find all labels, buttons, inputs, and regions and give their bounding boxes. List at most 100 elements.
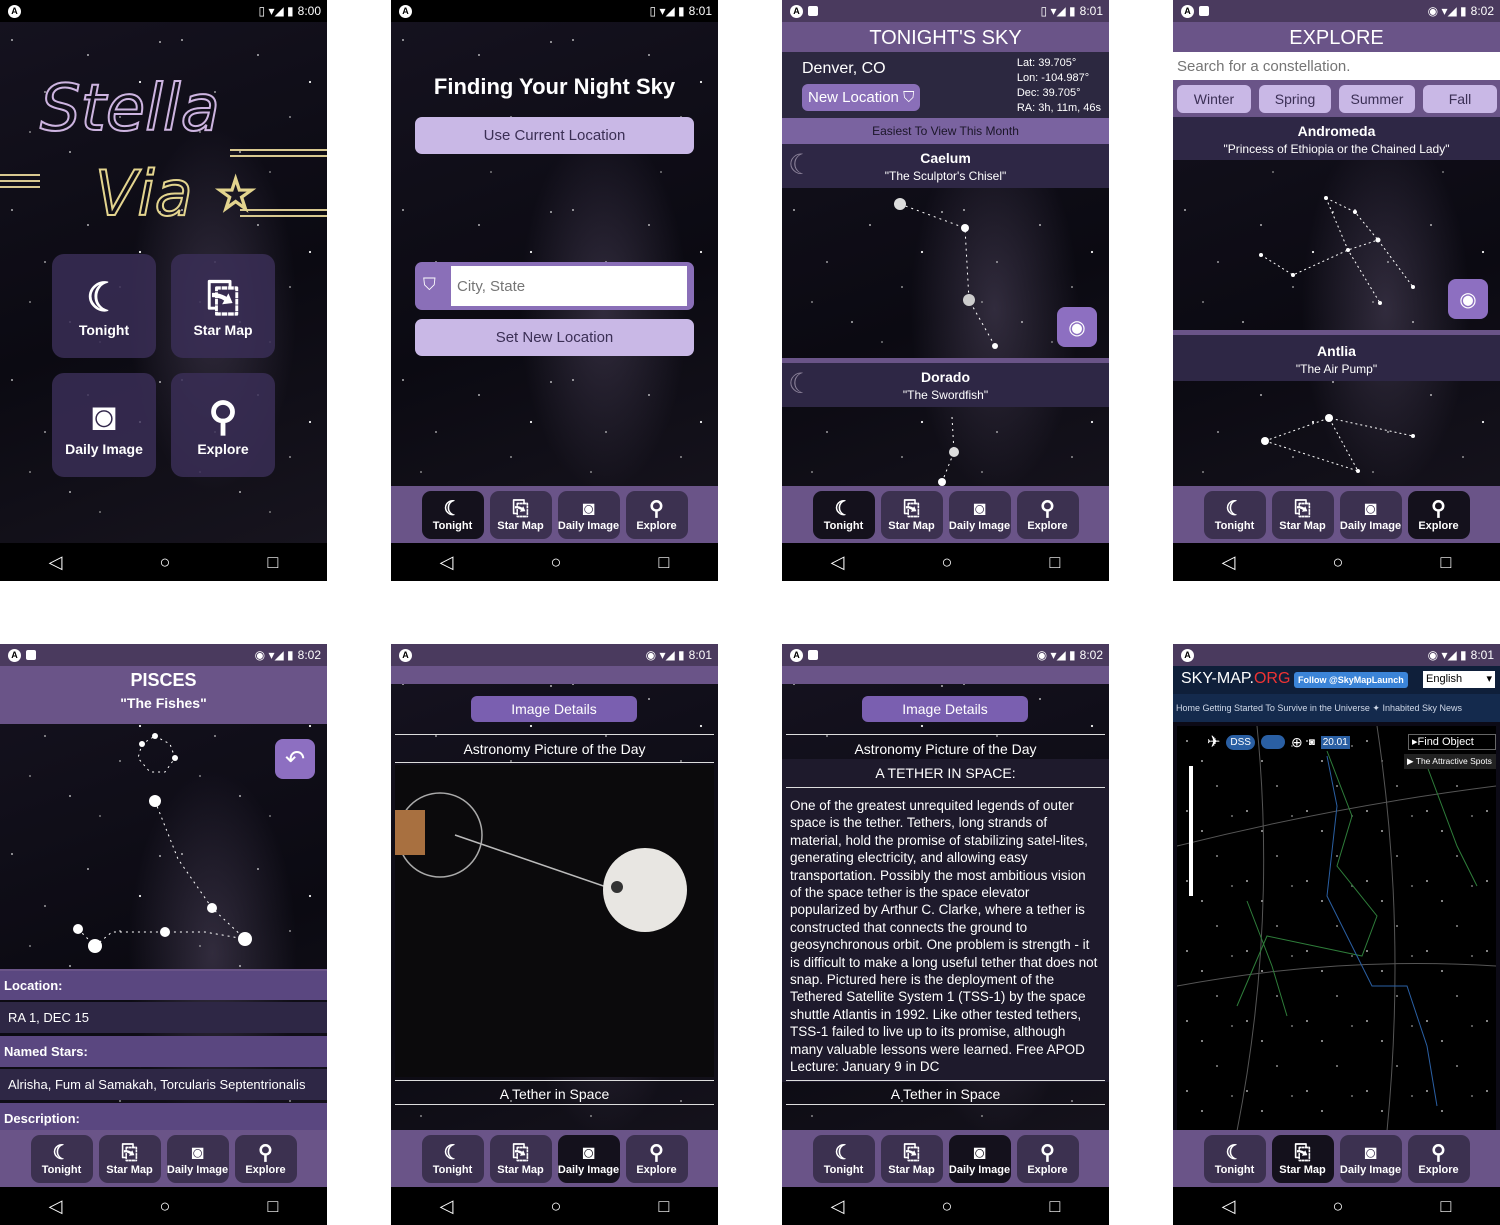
tab-daily-image[interactable]: ◙ Daily Image <box>948 1134 1011 1183</box>
tab-star-map[interactable]: ⎘ Star Map <box>880 1134 943 1183</box>
tab-star-map[interactable]: ⎘ Star Map <box>880 490 943 539</box>
tab-tonight[interactable]: ☾ Tonight <box>421 1134 484 1183</box>
home-icon[interactable]: ○ <box>160 552 171 573</box>
home-icon[interactable]: ○ <box>551 1196 562 1217</box>
eye-icon[interactable]: ◉ <box>1448 279 1488 319</box>
tab-daily-image[interactable]: ◙ Daily Image <box>948 490 1011 539</box>
constellation-card-header[interactable]: ☾ Dorado "The Swordfish" <box>782 363 1109 407</box>
tab-daily-image[interactable]: ◙ Daily Image <box>1339 490 1402 539</box>
daily-image-button[interactable]: ◙ Daily Image <box>52 373 156 477</box>
divider <box>786 787 1105 788</box>
zoom-slider[interactable] <box>1189 766 1193 896</box>
home-icon[interactable]: ○ <box>551 552 562 573</box>
tether-illustration <box>395 792 687 932</box>
android-nav: ◁ ○ □ <box>391 1187 718 1225</box>
globe-icon[interactable]: ⊕ <box>1291 734 1303 751</box>
tab-tonight[interactable]: ☾ Tonight <box>421 490 484 539</box>
back-icon[interactable]: ◁ <box>1222 1196 1236 1217</box>
magnifier-icon: ⚲ <box>258 1141 273 1164</box>
season-winter[interactable]: Winter <box>1177 85 1251 113</box>
recents-icon[interactable]: □ <box>1441 1196 1452 1217</box>
follow-button[interactable]: Follow @SkyMapLaunch <box>1294 672 1408 688</box>
season-fall[interactable]: Fall <box>1423 85 1497 113</box>
back-icon[interactable]: ◁ <box>1222 552 1236 573</box>
back-icon[interactable]: ◁ <box>49 1196 63 1217</box>
recents-icon[interactable]: □ <box>659 552 670 573</box>
tab-star-map[interactable]: ⎘ Star Map <box>1271 490 1334 539</box>
tab-tonight[interactable]: ☾ Tonight <box>1203 490 1266 539</box>
image-details-button[interactable]: Image Details <box>862 696 1028 722</box>
recents-icon[interactable]: □ <box>659 1196 670 1217</box>
site-menu[interactable]: Home Getting Started To Survive in the U… <box>1173 694 1500 722</box>
tab-tonight[interactable]: ☾ Tonight <box>30 1134 93 1183</box>
tab-explore[interactable]: ⚲ Explore <box>1407 490 1470 539</box>
recents-icon[interactable]: □ <box>268 1196 279 1217</box>
recents-icon[interactable]: □ <box>1441 552 1452 573</box>
back-icon[interactable]: ◁ <box>440 1196 454 1217</box>
back-icon[interactable]: ◁ <box>831 1196 845 1217</box>
home-icon[interactable]: ○ <box>160 1196 171 1217</box>
home-icon[interactable]: ○ <box>942 552 953 573</box>
tab-star-map[interactable]: ⎘ Star Map <box>98 1134 161 1183</box>
tab-tonight[interactable]: ☾ Tonight <box>812 490 875 539</box>
tab-tonight[interactable]: ☾ Tonight <box>1203 1134 1266 1183</box>
tab-explore[interactable]: ⚲ Explore <box>1016 1134 1079 1183</box>
constellation-card-header[interactable]: ☾ Caelum "The Sculptor's Chisel" <box>782 144 1109 188</box>
star-map-button[interactable]: ⎘ Star Map <box>171 254 275 358</box>
tab-label: Star Map <box>106 1163 153 1176</box>
tab-daily-image[interactable]: ◙ Daily Image <box>557 490 620 539</box>
back-icon[interactable]: ◁ <box>440 552 454 573</box>
new-location-button[interactable]: New Location ⛉ <box>802 84 921 111</box>
location-pin-icon: ⛉ <box>423 275 436 294</box>
back-icon[interactable]: ◁ <box>831 552 845 573</box>
tab-daily-image[interactable]: ◙ Daily Image <box>1339 1134 1402 1183</box>
camera-icon[interactable]: ◙ <box>1309 737 1315 748</box>
tab-label: Star Map <box>1279 1163 1326 1176</box>
city-state-input[interactable] <box>451 266 687 306</box>
season-summer[interactable]: Summer <box>1339 85 1415 113</box>
telescope-icon[interactable]: ✈ <box>1207 732 1220 752</box>
language-select[interactable]: English ▾ <box>1423 671 1495 688</box>
clock: 8:01 <box>688 4 712 18</box>
constellation-search-input[interactable] <box>1173 52 1500 80</box>
image-details-button[interactable]: Image Details <box>471 696 637 722</box>
set-new-location-button[interactable]: Set New Location <box>415 319 694 356</box>
home-icon[interactable]: ○ <box>942 1196 953 1217</box>
tab-star-map[interactable]: ⎘ Star Map <box>489 1134 552 1183</box>
android-nav: ◁ ○ □ <box>1173 543 1500 581</box>
sky-map-viewer[interactable]: ✈ DSS ⊕ ◙ 20.01 ▸Find Object ▶ The Attra… <box>1177 726 1496 1131</box>
home-icon[interactable]: ○ <box>1333 552 1344 573</box>
constellation-card-header[interactable]: Andromeda "Princess of Ethiopia or the C… <box>1173 117 1500 160</box>
explore-button[interactable]: ⚲ Explore <box>171 373 275 477</box>
cloud-icon[interactable] <box>1260 735 1285 749</box>
tab-explore[interactable]: ⚲ Explore <box>625 1134 688 1183</box>
tab-daily-image[interactable]: ◙ Daily Image <box>557 1134 620 1183</box>
tab-explore[interactable]: ⚲ Explore <box>234 1134 297 1183</box>
constellation-card-header[interactable]: Antlia "The Air Pump" <box>1173 335 1500 381</box>
moon-stars-icon: ☾ <box>834 497 853 520</box>
attractive-spots-button[interactable]: ▶ The Attractive Spots <box>1404 754 1496 769</box>
tab-star-map[interactable]: ⎘ Star Map <box>1271 1134 1334 1183</box>
tonight-button[interactable]: ☾ Tonight <box>52 254 156 358</box>
play-icon: ▶ <box>1407 756 1414 766</box>
tab-daily-image[interactable]: ◙ Daily Image <box>166 1134 229 1183</box>
tab-star-map[interactable]: ⎘ Star Map <box>489 490 552 539</box>
tab-label: Tonight <box>823 1163 864 1176</box>
tab-explore[interactable]: ⚲ Explore <box>1407 1134 1470 1183</box>
tab-tonight[interactable]: ☾ Tonight <box>812 1134 875 1183</box>
tab-label: Daily Image <box>166 1163 229 1176</box>
dss-button[interactable]: DSS <box>1226 734 1255 750</box>
back-icon[interactable]: ◁ <box>49 552 63 573</box>
find-object-button[interactable]: ▸Find Object <box>1408 734 1496 750</box>
home-icon[interactable]: ○ <box>1333 1196 1344 1217</box>
recents-icon[interactable]: □ <box>1050 552 1061 573</box>
use-current-location-button[interactable]: Use Current Location <box>415 117 694 154</box>
tab-explore[interactable]: ⚲ Explore <box>1016 490 1079 539</box>
section-banner: Easiest To View This Month <box>782 118 1109 144</box>
recents-icon[interactable]: □ <box>1050 1196 1061 1217</box>
bottom-tab-bar: ☾ Tonight ⎘ Star Map ◙ Daily Image ⚲ Explore <box>782 1130 1109 1187</box>
tab-explore[interactable]: ⚲ Explore <box>625 490 688 539</box>
season-spring[interactable]: Spring <box>1259 85 1331 113</box>
recents-icon[interactable]: □ <box>268 552 279 573</box>
eye-icon[interactable]: ◉ <box>1057 307 1097 347</box>
